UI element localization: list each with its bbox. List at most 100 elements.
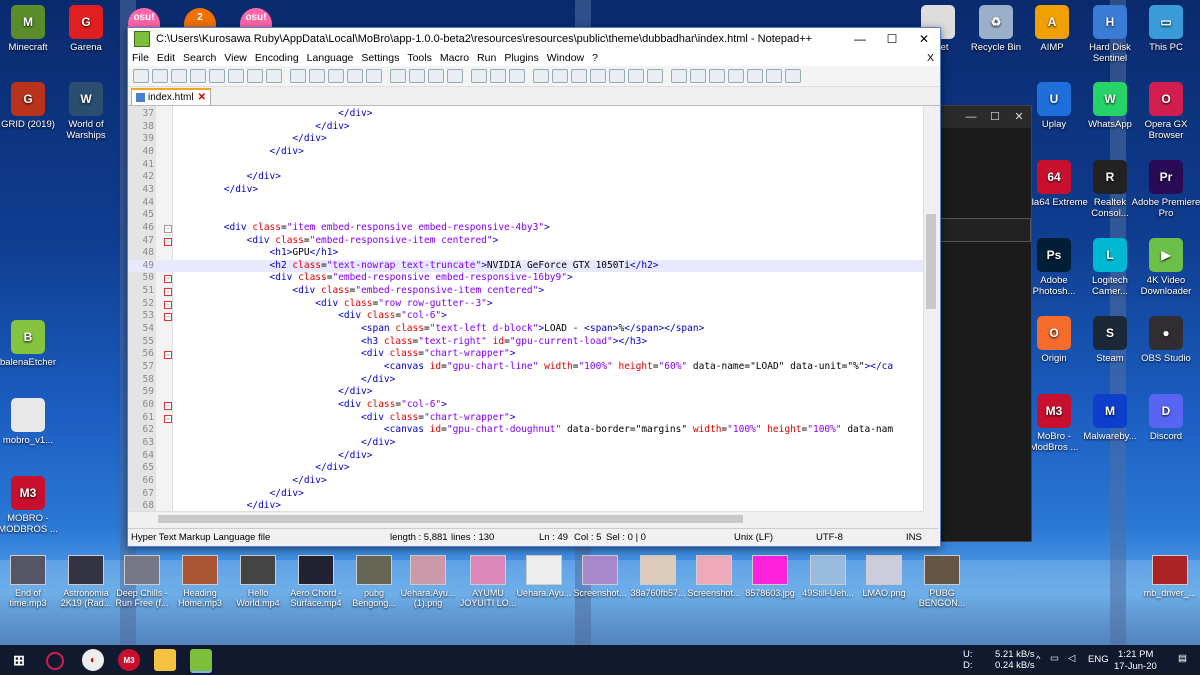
browser-icon[interactable]: ◐ [82, 649, 104, 671]
close-icon[interactable]: ✕ [908, 32, 940, 46]
toolbar-button-icon[interactable] [152, 69, 168, 83]
windows-start-icon[interactable]: ⊞ [8, 649, 30, 671]
toolbar-button-icon[interactable] [209, 69, 225, 83]
desktop-icon[interactable]: ▭ This PC [1130, 5, 1200, 53]
toolbar-button-icon[interactable] [266, 69, 282, 83]
toolbar-button-icon[interactable] [533, 69, 549, 83]
file-explorer-icon[interactable] [154, 649, 176, 671]
menu-item[interactable]: Language [303, 52, 358, 64]
fold-toggle-icon[interactable]: - [164, 351, 172, 360]
menu-item[interactable]: Plugins [500, 52, 542, 64]
desktop-file[interactable]: Screenshot... [684, 555, 744, 598]
desktop-file[interactable]: AYUMU JOYUITI LO... [458, 555, 518, 608]
osu-icon[interactable]: osu! [240, 8, 272, 28]
fold-toggle-icon[interactable]: - [164, 401, 172, 410]
desktop-icon[interactable]: M3 MOBRO - MODBROS ... [0, 476, 64, 535]
background-window-field[interactable] [939, 218, 1031, 242]
toolbar-button-icon[interactable] [766, 69, 782, 83]
fold-toggle-icon[interactable]: - [164, 237, 172, 246]
clock-time[interactable]: 1:21 PM [1118, 649, 1153, 660]
toolbar-button-icon[interactable] [628, 69, 644, 83]
toolbar-button-icon[interactable] [590, 69, 606, 83]
menu-item[interactable]: Window [543, 52, 588, 64]
osu-icon[interactable]: 2 [184, 8, 216, 28]
menu-item[interactable]: Run [473, 52, 500, 64]
desktop-file[interactable]: Hello World.mp4 [228, 555, 288, 608]
fold-toggle-icon[interactable]: - [164, 300, 172, 309]
toolbar-button-icon[interactable] [366, 69, 382, 83]
toolbar-button-icon[interactable] [690, 69, 706, 83]
toolbar-button-icon[interactable] [728, 69, 744, 83]
desktop-file[interactable]: Screenshot... [570, 555, 630, 598]
toolbar-button-icon[interactable] [509, 69, 525, 83]
background-window[interactable]: — ☐ ✕ [938, 105, 1032, 542]
desktop-icon[interactable]: mobro_v1... [0, 398, 64, 446]
menu-item[interactable]: Search [179, 52, 220, 64]
fold-toggle-icon[interactable]: - [164, 414, 172, 423]
desktop-file[interactable]: Aero Chord - Surface.mp4 [286, 555, 346, 608]
toolbar-button-icon[interactable] [747, 69, 763, 83]
desktop-icon[interactable]: Pr Adobe Premiere Pro [1130, 160, 1200, 219]
toolbar-button-icon[interactable] [571, 69, 587, 83]
desktop-file[interactable]: LMAO.png [854, 555, 914, 598]
desktop-file[interactable]: 8578603.jpg [740, 555, 800, 598]
fold-toggle-icon[interactable]: - [164, 275, 172, 284]
horizontal-scrollbar[interactable] [128, 511, 924, 526]
maximize-icon[interactable]: ☐ [983, 106, 1007, 128]
toolbar-button-icon[interactable] [428, 69, 444, 83]
desktop-icon[interactable]: O Opera GX Browser [1130, 82, 1200, 141]
scroll-thumb[interactable] [926, 214, 936, 309]
toolbar-button-icon[interactable] [390, 69, 406, 83]
toolbar-button-icon[interactable] [671, 69, 687, 83]
desktop-icon[interactable]: D Discord [1130, 394, 1200, 442]
toolbar-button-icon[interactable] [190, 69, 206, 83]
maximize-icon[interactable]: ☐ [876, 32, 908, 46]
menu-item[interactable]: View [220, 52, 251, 64]
chevron-up-icon[interactable]: ^ [1036, 654, 1040, 665]
opera-icon[interactable] [46, 652, 64, 670]
toolbar-button-icon[interactable] [647, 69, 663, 83]
toolbar-button-icon[interactable] [552, 69, 568, 83]
desktop-file[interactable]: Heading Home.mp3 [170, 555, 230, 608]
toolbar-button-icon[interactable] [785, 69, 801, 83]
toolbar-button-icon[interactable] [328, 69, 344, 83]
minimize-icon[interactable]: — [844, 32, 876, 46]
toolbar-button-icon[interactable] [133, 69, 149, 83]
desktop-icon[interactable]: ● OBS Studio [1130, 316, 1200, 364]
tab-close-icon[interactable]: ✕ [198, 92, 206, 103]
code-editor[interactable]: 37 </div> 38 </div> 39 </div> 40 </div> 41 42… [128, 106, 938, 511]
toolbar-button-icon[interactable] [309, 69, 325, 83]
fold-toggle-icon[interactable]: - [164, 313, 172, 322]
toolbar-button-icon[interactable] [471, 69, 487, 83]
vertical-scrollbar[interactable] [923, 106, 938, 511]
document-close-button[interactable]: X [923, 52, 940, 64]
menu-item[interactable]: Encoding [251, 52, 303, 64]
language-indicator[interactable]: ENG [1088, 654, 1109, 665]
desktop-icon[interactable]: BbalenaEtcher [0, 320, 64, 368]
notepad-taskbar-icon[interactable] [190, 649, 212, 673]
desktop-file[interactable]: 38a760fb57... [628, 555, 688, 598]
toolbar-button-icon[interactable] [347, 69, 363, 83]
menu-item[interactable]: ? [588, 52, 602, 64]
fold-toggle-icon[interactable]: - [164, 224, 172, 233]
toolbar-button-icon[interactable] [609, 69, 625, 83]
desktop-file[interactable]: End of time.mp3 [0, 555, 58, 608]
menu-item[interactable]: Tools [403, 52, 436, 64]
fold-toggle-icon[interactable]: - [164, 288, 172, 297]
toolbar-button-icon[interactable] [228, 69, 244, 83]
tab-index-html[interactable]: index.html ✕ [131, 88, 211, 105]
desktop-file[interactable]: Deep Chills - Run Free (f... [112, 555, 172, 608]
toolbar-button-icon[interactable] [409, 69, 425, 83]
mobro-icon[interactable]: M3 [118, 649, 140, 671]
desktop-file[interactable]: Uehara.Ayu... [514, 555, 574, 598]
scroll-thumb[interactable] [158, 515, 743, 523]
notification-icon[interactable]: ▤ [1178, 653, 1187, 664]
volume-icon[interactable]: ◁ [1068, 653, 1075, 664]
desktop-file[interactable]: Astronomia 2K19 (Rad... [56, 555, 116, 608]
desktop-file[interactable]: mb_driver_... [1140, 555, 1200, 598]
toolbar-button-icon[interactable] [447, 69, 463, 83]
desktop-file[interactable]: 49Still-Ueh... [798, 555, 858, 598]
toolbar-button-icon[interactable] [290, 69, 306, 83]
desktop-file[interactable]: pubg Bengong... [344, 555, 404, 608]
desktop-icon[interactable]: ▶ 4K Video Downloader [1130, 238, 1200, 297]
